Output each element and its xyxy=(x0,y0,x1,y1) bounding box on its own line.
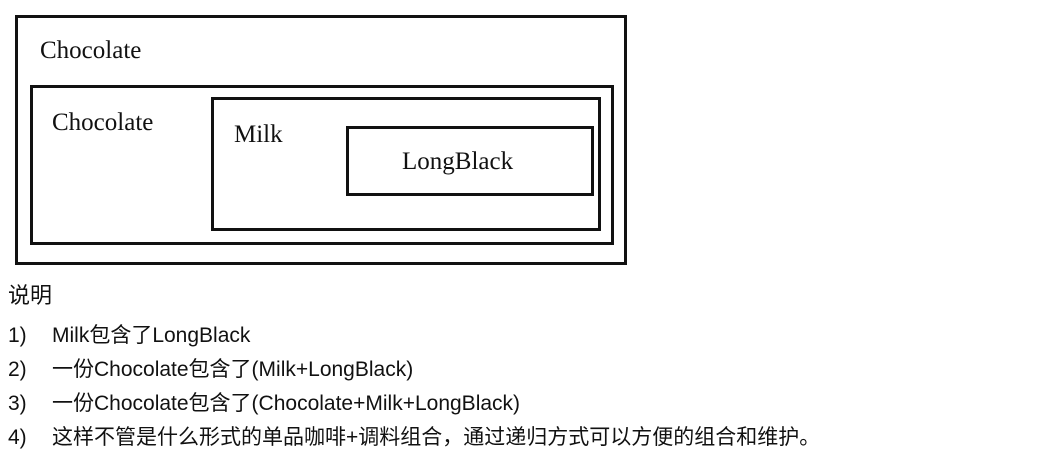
second-chocolate-label: Chocolate xyxy=(52,109,154,136)
outer-chocolate-label: Chocolate xyxy=(40,37,142,64)
milk-label: Milk xyxy=(234,121,283,148)
note-number: 3) xyxy=(8,392,27,415)
note-item-2: 2) 一份Chocolate包含了(Milk+LongBlack) xyxy=(8,359,413,380)
notes-title: 说明 xyxy=(8,284,53,309)
note-text: Milk包含了LongBlack xyxy=(52,324,251,347)
note-text: 一份Chocolate包含了(Milk+LongBlack) xyxy=(52,358,414,381)
note-item-4: 4) 这样不管是什么形式的单品咖啡+调料组合，通过递归方式可以方便的组合和维护。 xyxy=(8,427,820,448)
note-number: 2) xyxy=(8,358,27,381)
note-number: 1) xyxy=(8,324,27,347)
note-number: 4) xyxy=(8,426,27,449)
note-item-1: 1) Milk包含了LongBlack xyxy=(8,325,250,346)
longblack-label: LongBlack xyxy=(402,148,514,175)
note-item-3: 3) 一份Chocolate包含了(Chocolate+Milk+LongBlac… xyxy=(8,393,520,414)
note-text: 一份Chocolate包含了(Chocolate+Milk+LongBlack) xyxy=(52,392,521,415)
note-text: 这样不管是什么形式的单品咖啡+调料组合，通过递归方式可以方便的组合和维护。 xyxy=(52,426,821,449)
